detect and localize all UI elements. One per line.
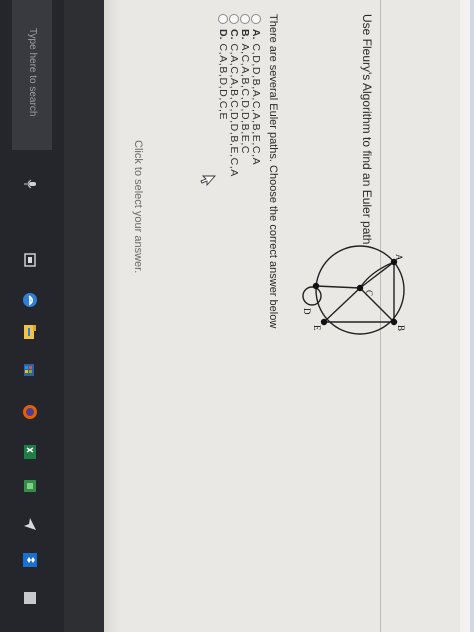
edge-c-d (315, 285, 361, 289)
option-letter: B. (239, 29, 252, 40)
store-icon[interactable] (22, 362, 38, 378)
unknown-app-icon[interactable] (22, 590, 38, 606)
loop-d (302, 286, 322, 306)
excel-icon[interactable] (22, 444, 38, 460)
vertex-label-a: A (394, 254, 404, 261)
vertex-label-c: C (364, 290, 374, 296)
answer-options: A. C,D,D,B,A,C,A,B,E,C,A B. A,C,A,B,C,D,… (217, 14, 263, 177)
option-b[interactable]: B. A,C,A,B,C,D,D,B,E,C (239, 14, 252, 177)
radio-button-c[interactable] (229, 14, 240, 24)
vertex-label-b: B (396, 325, 406, 331)
radio-button-b[interactable] (240, 14, 251, 24)
option-path: C,A,C,A,B,C,D,D,B,E,C,A (228, 43, 241, 177)
option-c[interactable]: C. C,A,C,A,B,C,D,D,B,E,C,A (228, 14, 241, 177)
taskbar-search-placeholder: Type here to search (27, 28, 38, 117)
radio-button-d[interactable] (218, 14, 229, 24)
radio-button-a[interactable] (251, 14, 262, 24)
quiz-page (104, 0, 474, 632)
vertex-d (312, 282, 320, 290)
page-top-strip (470, 0, 474, 632)
edge-browser-icon[interactable] (22, 292, 38, 308)
option-path: C,D,D,B,A,C,A,B,E,C,A (250, 43, 263, 166)
option-letter: C. (228, 29, 241, 40)
file-explorer-icon[interactable] (22, 324, 38, 340)
sub-prompt: There are several Euler paths. Choose th… (267, 14, 279, 329)
send-arrow-icon[interactable] (22, 516, 38, 532)
question-prompt: Use Fleury's Algorithm to find an Euler … (360, 14, 374, 248)
rotated-screen: Use Fleury's Algorithm to find an Euler … (0, 0, 474, 632)
microphone-icon[interactable] (23, 178, 37, 190)
task-view-icon[interactable] (22, 252, 38, 268)
firefox-icon[interactable] (22, 404, 38, 420)
screen: Use Fleury's Algorithm to find an Euler … (0, 0, 474, 632)
page-bottom-shadow (104, 0, 119, 632)
dropbox-icon[interactable] (22, 552, 38, 568)
option-letter: A. (250, 29, 263, 40)
click-hint: Click to select your answer. (132, 140, 144, 274)
app-icon[interactable] (22, 478, 38, 494)
edge-e-c (323, 287, 361, 323)
option-path: A,C,A,B,C,D,D,B,E,C (239, 43, 252, 155)
option-path: C,A,B,D,D,C,E (217, 43, 230, 121)
mouse-cursor-icon (200, 175, 216, 187)
edge-c-a (359, 261, 395, 289)
option-letter: D. (217, 29, 230, 40)
euler-graph: A B C D E (302, 245, 406, 335)
vertex-label-e: E (312, 325, 322, 331)
page-header-area (460, 0, 470, 632)
option-d[interactable]: D. C,A,B,D,D,C,E (217, 14, 230, 177)
option-a[interactable]: A. C,D,D,B,A,C,A,B,E,C,A (250, 14, 263, 177)
vertex-label-d: D (302, 308, 312, 315)
vertex-c (356, 284, 364, 292)
